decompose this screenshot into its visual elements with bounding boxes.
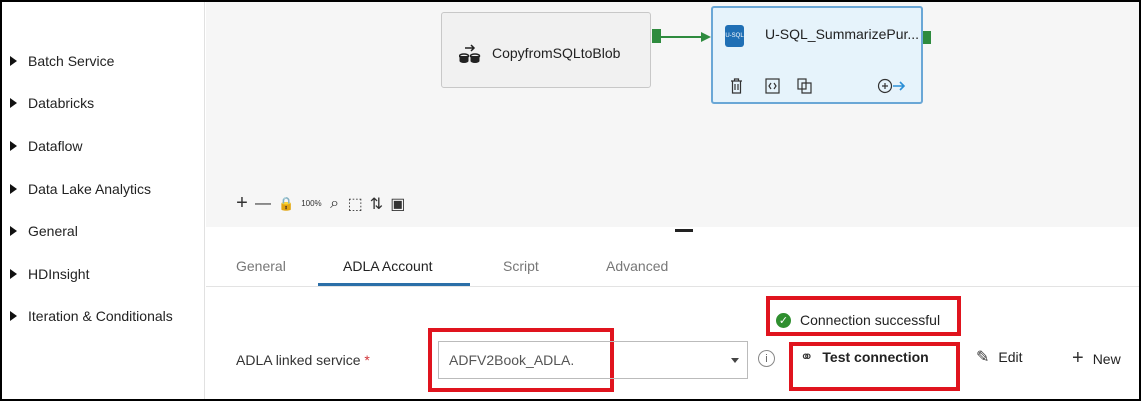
sidebar-item-hdinsight[interactable]: HDInsight — [10, 263, 89, 285]
sidebar-item-general[interactable]: General — [10, 220, 78, 242]
required-marker: * — [364, 352, 370, 368]
tab-advanced[interactable]: Advanced — [606, 258, 668, 274]
test-connection-label: Test connection — [822, 349, 929, 365]
node-label: U-SQL_SummarizePur... — [765, 26, 920, 42]
expand-triangle-icon — [10, 98, 17, 108]
success-output-port[interactable] — [923, 31, 931, 44]
zoom-out-icon[interactable]: — — [255, 195, 271, 213]
connector-arrow — [661, 32, 711, 42]
expand-triangle-icon — [10, 141, 17, 151]
usql-icon: U-SQL — [725, 25, 744, 47]
sidebar-item-iteration-conditionals[interactable]: Iteration & Conditionals — [10, 305, 173, 327]
success-output-port[interactable] — [652, 29, 661, 43]
canvas-toolbar: + — 🔒 100% ⌕ ⬚ ⇅ ▣ — [236, 192, 405, 215]
copy-data-icon — [459, 44, 481, 63]
connection-status: ✓ Connection successful — [776, 312, 940, 328]
sidebar-item-databricks[interactable]: Databricks — [10, 92, 94, 114]
edit-label: Edit — [998, 349, 1023, 365]
chevron-down-icon[interactable] — [731, 358, 739, 363]
panel-resize-handle[interactable] — [675, 229, 693, 232]
sidebar-item-label: Iteration & Conditionals — [28, 308, 173, 324]
tab-script[interactable]: Script — [503, 258, 539, 274]
check-circle-icon: ✓ — [776, 312, 791, 328]
layout-icon[interactable]: ▣ — [390, 194, 405, 214]
activity-node-usql[interactable]: U-SQL U-SQL_SummarizePur... — [711, 6, 923, 104]
test-connection-button[interactable]: ⚭ Test connection — [800, 347, 929, 367]
sidebar-item-data-lake-analytics[interactable]: Data Lake Analytics — [10, 178, 151, 200]
sidebar-item-label: HDInsight — [28, 266, 90, 282]
activities-sidebar: Batch Service Databricks Dataflow Data L… — [2, 2, 205, 399]
tab-adla-account[interactable]: ADLA Account — [343, 258, 433, 274]
expand-triangle-icon — [10, 269, 17, 279]
sidebar-item-label: General — [28, 223, 78, 239]
link-icon: ⚭ — [800, 349, 814, 366]
clone-icon[interactable] — [797, 78, 812, 94]
add-output-icon[interactable] — [877, 78, 907, 94]
select-icon[interactable]: ⬚ — [348, 194, 363, 214]
tab-divider — [206, 286, 1139, 287]
node-label: CopyfromSQLtoBlob — [492, 45, 621, 61]
sidebar-item-label: Databricks — [28, 95, 95, 111]
zoom-fit-icon[interactable]: ⌕ — [329, 195, 341, 213]
new-label: New — [1092, 350, 1121, 367]
tab-general[interactable]: General — [236, 258, 286, 274]
sidebar-item-batch-service[interactable]: Batch Service — [10, 50, 114, 72]
auto-align-icon[interactable]: ⇅ — [370, 194, 383, 214]
properties-panel: General ADLA Account Script Advanced ✓ C… — [206, 233, 1139, 399]
sidebar-item-label: Dataflow — [28, 138, 83, 154]
delete-icon[interactable] — [730, 78, 743, 94]
pipeline-canvas[interactable]: CopyfromSQLtoBlob U-SQL U-SQL_SummarizeP… — [206, 2, 1139, 227]
expand-triangle-icon — [10, 184, 17, 194]
sidebar-item-label: Data Lake Analytics — [28, 181, 151, 197]
pencil-icon: ✎ — [976, 349, 990, 366]
linked-service-label: ADLA linked service * — [236, 352, 370, 368]
lock-icon[interactable]: 🔒 — [278, 196, 294, 212]
linked-service-value: ADFV2Book_ADLA. — [449, 352, 575, 368]
zoom-in-icon[interactable]: + — [236, 192, 248, 215]
sidebar-item-label: Batch Service — [28, 53, 115, 69]
activity-node-copy[interactable]: CopyfromSQLtoBlob — [441, 12, 651, 88]
expand-triangle-icon — [10, 311, 17, 321]
edit-button[interactable]: ✎ Edit — [976, 347, 1023, 367]
connection-status-text: Connection successful — [800, 312, 941, 328]
info-icon[interactable]: i — [758, 350, 775, 367]
linked-service-select[interactable]: ADFV2Book_ADLA. — [438, 341, 748, 379]
plus-icon: + — [1072, 347, 1084, 369]
zoom-100-icon[interactable]: 100% — [301, 199, 321, 208]
expand-triangle-icon — [10, 226, 17, 236]
sidebar-item-dataflow[interactable]: Dataflow — [10, 135, 82, 157]
code-icon[interactable] — [765, 78, 780, 94]
new-button[interactable]: + New — [1072, 347, 1121, 370]
expand-triangle-icon — [10, 56, 17, 66]
